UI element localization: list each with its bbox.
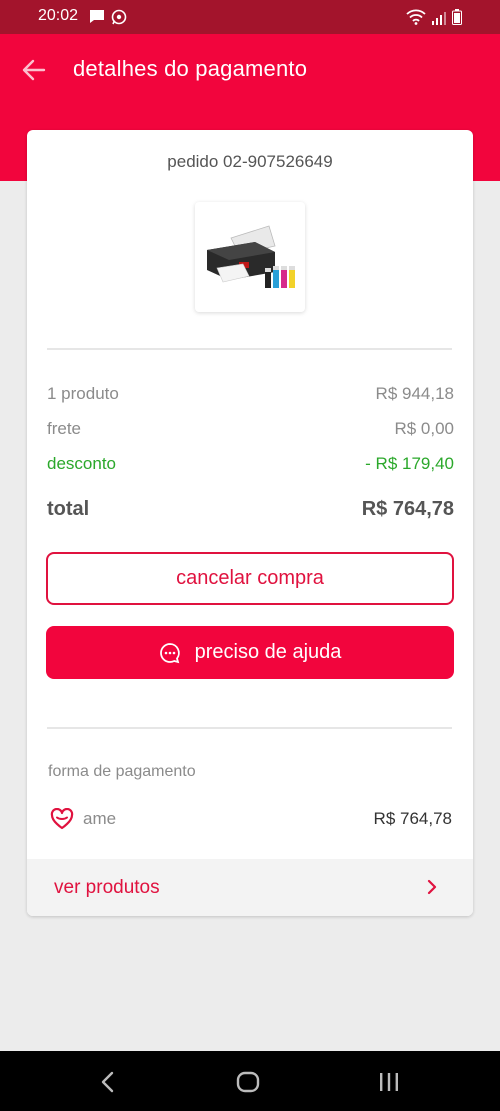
system-icons xyxy=(406,9,462,25)
heart-icon xyxy=(50,808,74,830)
divider xyxy=(47,348,452,350)
view-products-label: ver produtos xyxy=(54,877,160,898)
discount-value: - R$ 179,40 xyxy=(365,454,454,473)
printer-image xyxy=(207,225,295,288)
chevron-right-icon xyxy=(427,879,437,895)
cancel-purchase-label: cancelar compra xyxy=(176,567,324,589)
payment-method-name: ame xyxy=(83,809,117,828)
help-label: preciso de ajuda xyxy=(194,641,342,663)
divider xyxy=(47,727,452,729)
system-navigation-bar xyxy=(0,1051,500,1111)
total-label: total xyxy=(47,498,90,520)
discount-label: desconto xyxy=(47,454,116,473)
products-value: R$ 944,18 xyxy=(375,384,454,403)
page-title: detalhes do pagamento xyxy=(73,56,308,81)
products-label: 1 produto xyxy=(47,384,119,403)
chat-bubble-icon xyxy=(159,642,180,663)
whatsapp-icon xyxy=(111,9,127,25)
order-id: pedido 02-907526649 xyxy=(167,152,333,171)
payment-method-row: ame R$ 764,78 xyxy=(48,806,452,832)
payment-details-card: pedido 02-907526649 1 produto R$ 944,18 xyxy=(27,130,473,916)
battery-icon xyxy=(452,9,462,25)
payment-method-heading: forma de pagamento xyxy=(48,763,196,780)
total-value: R$ 764,78 xyxy=(361,498,454,520)
status-time: 20:02 xyxy=(38,7,79,24)
shipping-value: R$ 0,00 xyxy=(394,419,454,438)
shipping-label: frete xyxy=(47,419,82,438)
cancel-purchase-button[interactable]: cancelar compra xyxy=(46,552,454,605)
nav-back-icon[interactable] xyxy=(100,1071,116,1093)
product-thumbnail[interactable] xyxy=(195,202,305,312)
message-icon xyxy=(90,10,104,23)
nav-recents-icon[interactable] xyxy=(378,1071,400,1093)
signal-icon xyxy=(432,12,446,25)
arrow-left-icon xyxy=(22,59,46,81)
notification-icons xyxy=(89,9,127,25)
wifi-icon xyxy=(406,9,426,25)
view-products-link[interactable]: ver produtos xyxy=(27,859,473,916)
help-button[interactable]: preciso de ajuda xyxy=(46,626,454,679)
status-bar: 20:02 xyxy=(0,0,500,34)
back-button[interactable] xyxy=(20,56,48,84)
payment-method-amount: R$ 764,78 xyxy=(373,809,452,828)
nav-home-icon[interactable] xyxy=(236,1071,260,1093)
